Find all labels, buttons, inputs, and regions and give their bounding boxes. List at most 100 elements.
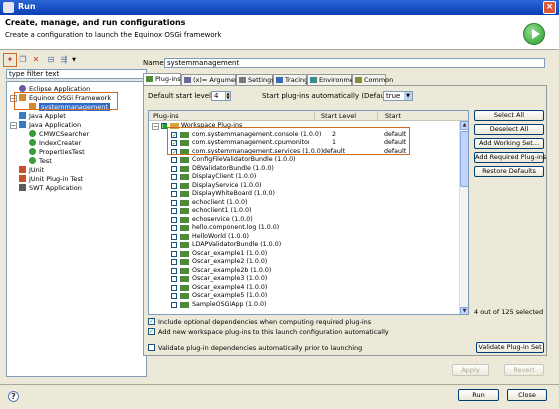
- tree-item-junit-plugin-test[interactable]: JUnit Plug-in Test: [19, 175, 83, 184]
- plugin-icon: [180, 293, 189, 299]
- column-header-plugins[interactable]: Plug-ins: [153, 112, 179, 120]
- filter-input[interactable]: type filter text: [6, 69, 147, 79]
- header-description: Create a configuration to launch the Equ…: [5, 31, 222, 39]
- row-checkbox[interactable]: [171, 267, 177, 274]
- row-checkbox[interactable]: [171, 233, 177, 240]
- table-row[interactable]: HelloWorld (1.0.0): [149, 233, 459, 242]
- row-checkbox[interactable]: [171, 199, 177, 206]
- table-row[interactable]: SampleOSGiApp (1.0.0): [149, 301, 459, 310]
- restore-defaults-button[interactable]: Restore Defaults: [474, 166, 544, 177]
- row-checkbox[interactable]: [171, 208, 177, 214]
- table-row[interactable]: Oscar_example3 (1.0.0): [149, 275, 459, 284]
- row-checkbox[interactable]: [171, 284, 177, 291]
- row-checkbox[interactable]: [171, 276, 177, 282]
- config-tree[interactable]: Eclipse Application − Equinox OSGi Framew…: [6, 81, 147, 377]
- row-checkbox[interactable]: [171, 174, 177, 180]
- tree-item-swt-application[interactable]: SWT Application: [19, 184, 82, 193]
- add-required-plugins-button[interactable]: Add Required Plug-ins: [474, 152, 546, 163]
- row-checkbox[interactable]: [171, 225, 177, 231]
- delete-icon[interactable]: ✕: [31, 55, 41, 65]
- add-new-workspace-label: Add new workspace plug-ins to this launc…: [158, 328, 389, 336]
- table-row[interactable]: Oscar_example4 (1.0.0): [149, 284, 459, 293]
- scroll-up-icon[interactable]: ▲: [460, 121, 468, 130]
- table-row[interactable]: DisplayWhiteBoard (1.0.0): [149, 190, 459, 199]
- tab-plugins[interactable]: Plug-ins: [143, 73, 181, 85]
- tree-item-java-applet[interactable]: Java Applet: [19, 112, 66, 121]
- close-button[interactable]: Close: [507, 389, 547, 401]
- row-checkbox[interactable]: [171, 242, 177, 248]
- table-row[interactable]: echoservice (1.0.0): [149, 216, 459, 225]
- table-row[interactable]: hello.component.log (1.0.0): [149, 224, 459, 233]
- tree-item-java-application[interactable]: − Java Application: [10, 121, 81, 130]
- duplicate-icon[interactable]: ❐: [18, 55, 28, 65]
- tree-item-junit[interactable]: JUnit: [19, 166, 44, 175]
- validate-plugin-set-button[interactable]: Validate Plug-in Set: [476, 342, 544, 353]
- tree-item-propertiestest[interactable]: PropertiesTest: [29, 148, 85, 157]
- apply-button[interactable]: Apply: [452, 364, 489, 376]
- run-button[interactable]: Run: [458, 389, 499, 401]
- window-close-button[interactable]: ×: [543, 1, 556, 14]
- annotation-box-selected-plugins: [167, 127, 410, 155]
- revert-button[interactable]: Revert: [504, 364, 544, 376]
- chevron-down-icon[interactable]: ▼: [404, 92, 412, 100]
- tab-settings[interactable]: Settings: [236, 74, 275, 85]
- table-row[interactable]: DisplayClient (1.0.0): [149, 173, 459, 182]
- tree-item-indexcreater[interactable]: IndexCreater: [29, 139, 81, 148]
- tab-environment[interactable]: Environment: [307, 74, 361, 85]
- row-checkbox[interactable]: [171, 259, 177, 265]
- table-row[interactable]: DisplayService (1.0.0): [149, 182, 459, 191]
- table-row[interactable]: DBValidatorBundle (1.0.0): [149, 165, 459, 174]
- row-checkbox[interactable]: [171, 293, 177, 299]
- table-row[interactable]: Oscar_example1 (1.0.0): [149, 250, 459, 259]
- help-icon[interactable]: ?: [8, 391, 19, 402]
- tab-common[interactable]: Common: [352, 74, 393, 85]
- run-icon: [523, 23, 545, 45]
- tab-tracing[interactable]: Tracing: [273, 74, 308, 85]
- tracing-icon: [276, 77, 283, 83]
- table-row[interactable]: Oscar_example2 (1.0.0): [149, 258, 459, 267]
- auto-start-select[interactable]: true ▼: [383, 91, 413, 101]
- collapse-all-icon[interactable]: ⊟: [46, 55, 56, 65]
- spinner-arrows-icon[interactable]: ▲ ▼: [225, 92, 230, 100]
- table-row[interactable]: echoclient (1.0.0): [149, 199, 459, 208]
- row-checkbox[interactable]: [171, 165, 177, 172]
- table-row[interactable]: echoclient1 (1.0.0): [149, 207, 459, 216]
- add-working-set-button[interactable]: Add Working Set...: [474, 138, 544, 149]
- table-row[interactable]: Oscar_example5 (1.0.0): [149, 292, 459, 301]
- collapse-toggle-icon[interactable]: −: [10, 122, 17, 129]
- java-class-icon: [29, 130, 36, 137]
- row-checkbox[interactable]: [171, 182, 177, 189]
- plugin-icon: [180, 216, 189, 223]
- row-checkbox[interactable]: [171, 250, 177, 257]
- table-row[interactable]: LDAPValidatorBundle (1.0.0): [149, 241, 459, 250]
- table-scrollbar[interactable]: ▲ ▼: [459, 121, 468, 314]
- settings-icon: [239, 77, 246, 83]
- tree-item-cmwcsearcher[interactable]: CMWCSearcher: [29, 130, 89, 139]
- row-checkbox[interactable]: [171, 157, 177, 163]
- validate-dependencies-checkbox[interactable]: [148, 344, 155, 351]
- plugin-icon: [180, 259, 189, 265]
- name-label: Name:: [143, 59, 167, 67]
- tree-item-test[interactable]: Test: [29, 157, 52, 166]
- row-checkbox[interactable]: [171, 216, 177, 223]
- row-checkbox[interactable]: [171, 301, 177, 308]
- tab-arguments[interactable]: (x)= Arguments: [181, 74, 245, 85]
- add-new-workspace-checkbox[interactable]: ✓: [148, 328, 155, 335]
- default-start-level-spinner[interactable]: 4 ▲ ▼: [211, 91, 231, 101]
- row-checkbox[interactable]: [171, 191, 177, 197]
- plugin-icon: [180, 157, 189, 163]
- select-all-button[interactable]: Select All: [474, 110, 544, 121]
- include-optional-checkbox[interactable]: ✓: [148, 318, 155, 325]
- column-header-start-level[interactable]: Start Level: [321, 112, 356, 120]
- scroll-thumb[interactable]: [460, 131, 468, 187]
- table-row[interactable]: ConfigFileValidatorBundle (1.0.0): [149, 156, 459, 165]
- name-field[interactable]: systemmanagement: [164, 58, 545, 68]
- filter-icon[interactable]: ⇶: [59, 55, 69, 65]
- environment-icon: [310, 77, 317, 83]
- collapse-toggle-icon[interactable]: −: [152, 123, 159, 130]
- deselect-all-button[interactable]: Deselect All: [474, 124, 544, 135]
- column-header-start[interactable]: Start: [385, 112, 401, 120]
- filter-dropdown-icon[interactable]: ▼: [69, 55, 79, 65]
- scroll-down-icon[interactable]: ▼: [460, 307, 468, 314]
- table-row[interactable]: Oscar_example2b (1.0.0): [149, 267, 459, 276]
